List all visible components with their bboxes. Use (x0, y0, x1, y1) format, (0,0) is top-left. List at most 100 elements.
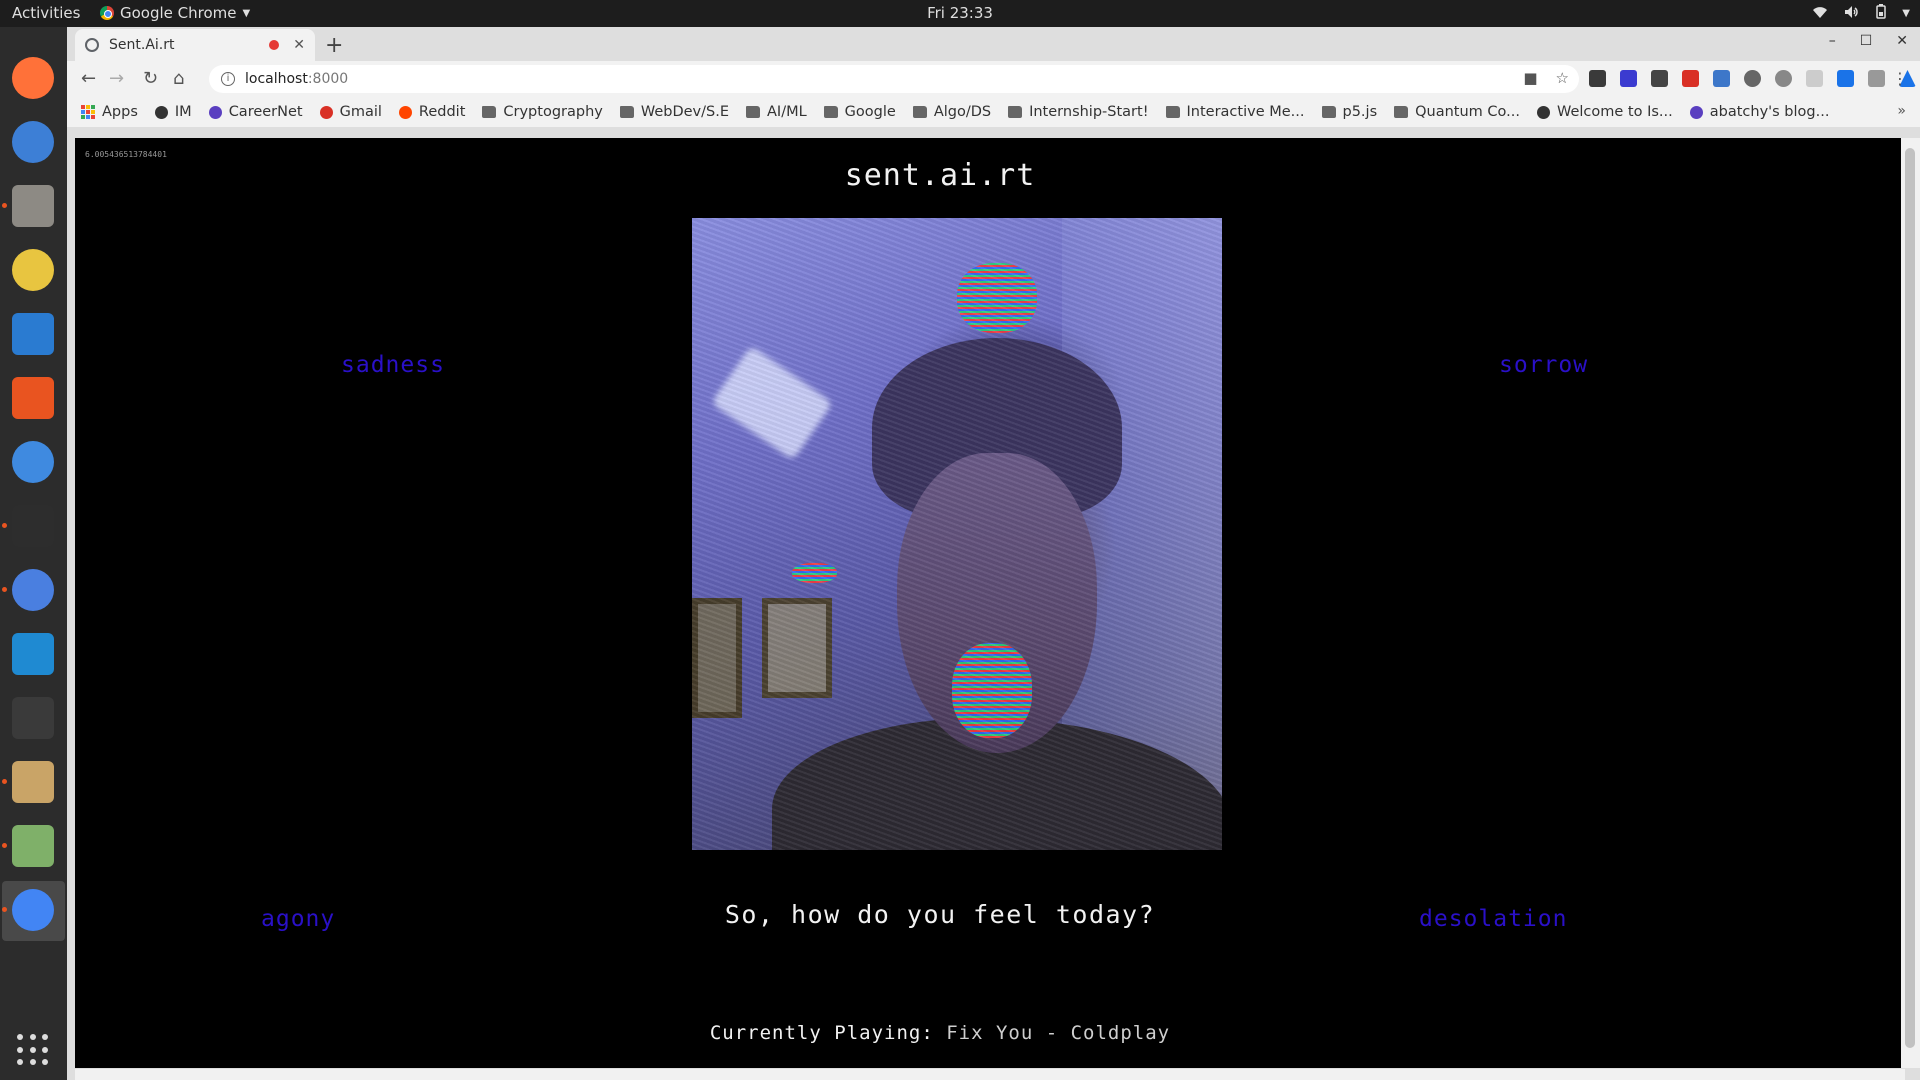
horizontal-scrollbar[interactable] (75, 1069, 1905, 1080)
caret-down-icon: ▼ (242, 7, 251, 19)
window-controls: – ☐ ✕ (1829, 33, 1908, 49)
bookmark-label: WebDev/S.E (640, 104, 729, 120)
mood-question: So, how do you feel today? (724, 900, 1156, 929)
bookmark-item[interactable]: Internship-Start! (1008, 104, 1149, 120)
files-icon[interactable] (12, 185, 54, 227)
bookmark-item[interactable]: abatchy's blog... (1689, 104, 1830, 120)
rhythmbox-icon[interactable] (12, 249, 54, 291)
vscode-icon[interactable] (12, 633, 54, 675)
bookmark-item[interactable]: Google (823, 104, 896, 120)
bookmark-item[interactable]: Algo/DS (912, 104, 991, 120)
bookmark-item[interactable]: Interactive Me... (1165, 104, 1305, 120)
url-host: localhost (245, 71, 308, 87)
new-tab-button[interactable]: + (325, 33, 343, 58)
recording-indicator-icon (269, 40, 280, 50)
bookmark-label: Google (844, 104, 896, 120)
bookmark-item[interactable]: p5.js (1321, 104, 1378, 120)
folder-icon (1008, 106, 1023, 118)
extension-moon-icon[interactable] (1806, 70, 1823, 87)
app-menu[interactable]: Google Chrome ▼ (100, 4, 250, 22)
extension-gear-icon[interactable] (1775, 70, 1792, 87)
tab-sentairt[interactable]: Sent.Ai.rt ✕ (75, 29, 315, 61)
tab-strip: Sent.Ai.rt ✕ + – ☐ ✕ (67, 27, 1920, 61)
bookmark-item[interactable]: Gmail (319, 104, 382, 120)
extension-python-icon[interactable] (1713, 70, 1730, 87)
extension-red-icon[interactable] (1682, 70, 1699, 87)
running-indicator (2, 843, 7, 848)
archive-manager-icon[interactable] (12, 761, 54, 803)
terminal-icon[interactable] (12, 505, 54, 547)
bookmark-item[interactable]: Reddit (398, 104, 465, 120)
camera-in-use-icon[interactable]: ■ (1523, 69, 1537, 87)
bookmark-label: abatchy's blog... (1709, 104, 1830, 120)
bookmark-item[interactable]: IM (154, 104, 192, 120)
bookmark-item[interactable]: Cryptography (482, 104, 603, 120)
bookmark-item[interactable]: Welcome to Is... (1536, 104, 1673, 120)
forward-button[interactable]: → (109, 68, 124, 89)
gnome-top-bar: Activities Google Chrome ▼ Fri 23:33 ▼ (0, 0, 1920, 27)
bookmark-label: AI/ML (767, 104, 807, 120)
back-button[interactable]: ← (81, 68, 96, 89)
clock[interactable]: Fri 23:33 (927, 4, 993, 22)
bookmark-label: Cryptography (503, 104, 603, 120)
thunderbird-icon[interactable] (12, 121, 54, 163)
wifi-icon (1812, 5, 1828, 23)
bookmark-item[interactable]: CareerNet (208, 104, 303, 120)
libreoffice-writer-icon[interactable] (12, 313, 54, 355)
system-tray[interactable]: ▼ (1812, 4, 1910, 23)
site-favicon-icon (398, 105, 412, 119)
chrome-app-icon (100, 6, 114, 20)
activities-button[interactable]: Activities (12, 4, 80, 22)
extension-z-icon[interactable] (1651, 70, 1668, 87)
bookmark-label: CareerNet (228, 104, 303, 120)
site-favicon-icon (154, 105, 168, 119)
google-chrome-icon[interactable] (12, 889, 54, 931)
extension-circle-icon[interactable] (1744, 70, 1761, 87)
bookmark-star-icon[interactable]: ☆ (1556, 69, 1569, 87)
system-menu-caret-icon: ▼ (1902, 8, 1910, 19)
running-indicator (2, 203, 7, 208)
chromium-icon[interactable] (12, 569, 54, 611)
volume-icon (1844, 5, 1860, 23)
site-favicon-icon (1689, 105, 1703, 119)
bookmark-item[interactable]: Quantum Co... (1394, 104, 1520, 120)
bookmark-item[interactable]: Apps (81, 104, 138, 120)
running-indicator (2, 907, 7, 912)
minimize-button[interactable]: – (1829, 33, 1836, 49)
home-button[interactable]: ⌂ (173, 68, 184, 89)
video-editor-icon[interactable] (12, 697, 54, 739)
emotion-sadness: sadness (341, 352, 445, 378)
extension-grey-icon[interactable] (1868, 70, 1885, 87)
image-viewer-icon[interactable] (12, 825, 54, 867)
maximize-button[interactable]: ☐ (1860, 33, 1873, 49)
now-playing: Currently Playing: Fix You - Coldplay (75, 1022, 1805, 1044)
close-tab-icon[interactable]: ✕ (293, 37, 305, 53)
bookmark-label: Interactive Me... (1186, 104, 1305, 120)
bookmark-label: Internship-Start! (1029, 104, 1149, 120)
extension-dark-icon[interactable] (1589, 70, 1606, 87)
bookmark-item[interactable]: WebDev/S.E (619, 104, 729, 120)
site-favicon-icon (208, 105, 222, 119)
help-icon[interactable] (12, 441, 54, 483)
info-icon[interactable]: i (221, 72, 235, 86)
address-bar[interactable]: i localhost:8000 ■ ☆ (209, 65, 1579, 93)
vertical-scrollbar[interactable] (1901, 138, 1920, 1068)
extension-blue-square-icon[interactable] (1837, 70, 1854, 87)
bookmark-label: p5.js (1342, 104, 1378, 120)
firefox-icon[interactable] (12, 57, 54, 99)
extension-blue-icon[interactable] (1620, 70, 1637, 87)
folder-icon (1394, 106, 1409, 118)
bookmark-item[interactable]: AI/ML (746, 104, 807, 120)
bookmarks-overflow-icon[interactable]: » (1897, 103, 1906, 119)
reload-button[interactable]: ↻ (143, 68, 158, 89)
show-applications-icon[interactable] (17, 1034, 49, 1066)
running-indicator (2, 523, 7, 528)
software-center-icon[interactable] (12, 377, 54, 419)
emotion-sorrow: sorrow (1499, 352, 1589, 378)
folder-icon (912, 106, 927, 118)
bookmark-label: IM (174, 104, 192, 120)
chrome-menu-icon[interactable]: ⋮ (1892, 69, 1908, 88)
folder-icon (1321, 106, 1336, 118)
close-window-button[interactable]: ✕ (1896, 33, 1908, 49)
globe-icon (85, 38, 99, 52)
